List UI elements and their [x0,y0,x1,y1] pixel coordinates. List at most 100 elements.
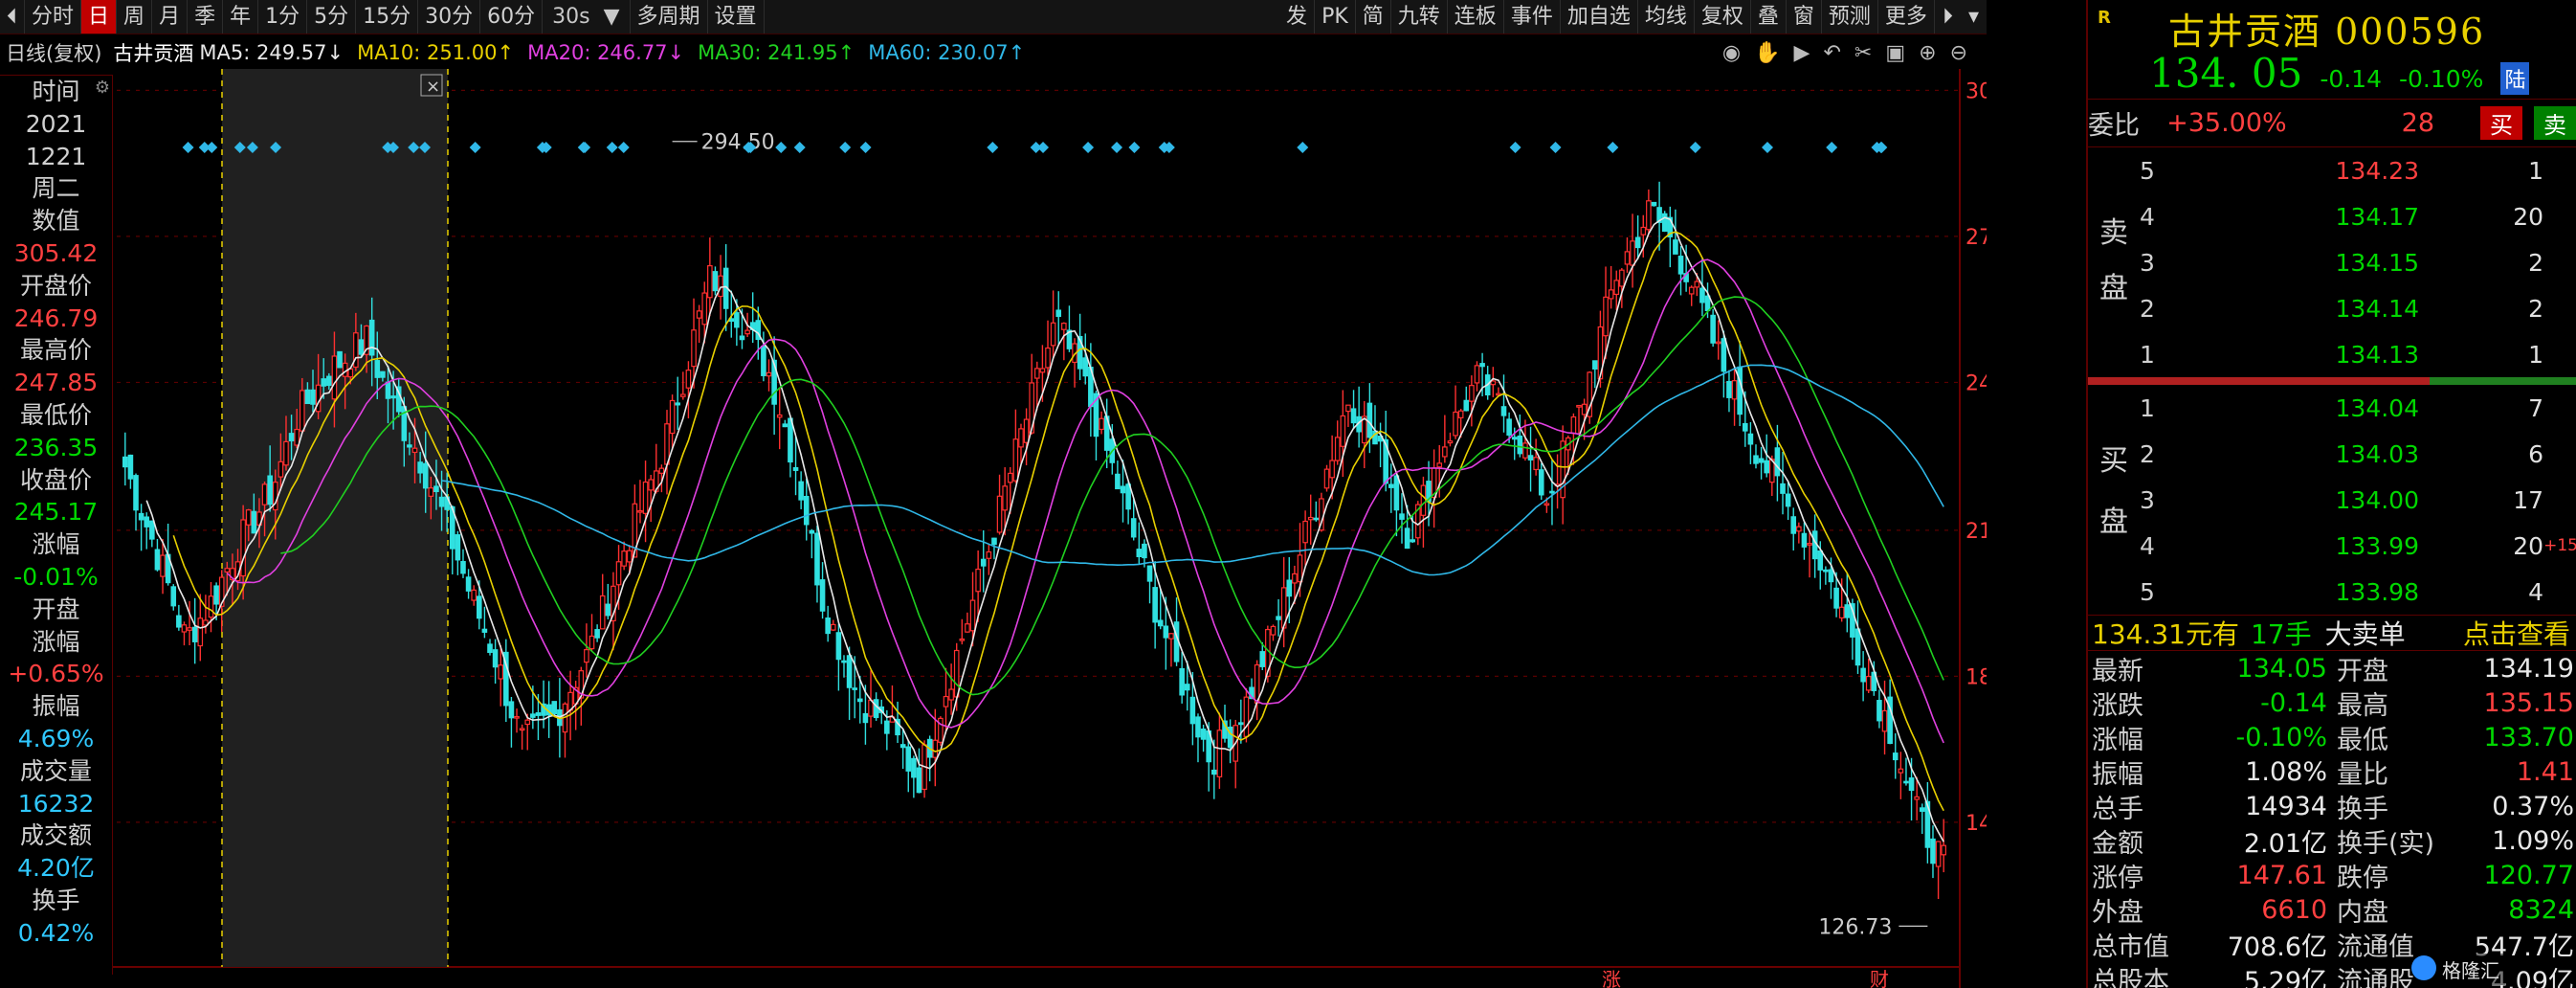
asks-level-1[interactable]: 4 134.17 20 [2132,193,2576,239]
stat-row-4: 总手 14934 换手 0.37% [2088,789,2576,824]
bottom-event-marker[interactable]: 涨 [1602,968,1621,988]
candle-body [176,615,182,628]
event-diamond-icon[interactable] [1111,142,1123,153]
kline-chart[interactable]: 305.42 274.20 242.98 211.37 180.15 148.93 × 294… [113,69,1987,988]
gear-icon[interactable]: ⚙ [95,78,110,98]
asks-level-4[interactable]: 1 134.13 1 [2132,331,2576,377]
event-diamond-icon[interactable] [469,142,481,153]
big-order-link[interactable]: 点击查看 [2463,614,2576,652]
tab-period-8[interactable]: 15分 [356,0,419,34]
bids-level-2[interactable]: 3 134.00 17 [2132,477,2576,523]
toolbar-tool-2[interactable]: 简 [1356,0,1391,34]
tab-period-1[interactable]: 日 [81,0,118,34]
candle-body [1646,200,1652,231]
bids-level-0[interactable]: 1 134.04 7 [2132,385,2576,431]
candle-body [1210,769,1217,775]
event-diamond-icon[interactable] [793,142,806,153]
tab-period-9[interactable]: 30分 [418,0,481,34]
event-diamond-icon[interactable] [1607,142,1619,153]
event-diamond-icon[interactable] [987,142,999,153]
sell-button[interactable]: 卖 [2534,106,2576,140]
toolbar-extra-0[interactable]: 多周期 [631,0,708,34]
toolbar-tool-3[interactable]: 九转 [1391,0,1448,34]
candle-body [932,739,939,758]
event-diamond-icon[interactable] [1826,142,1838,153]
stat-key: 内盘 [2337,897,2388,928]
candle-body [160,554,166,577]
event-diamond-icon[interactable] [1297,142,1309,153]
bottom-event-marker[interactable]: 财 [1870,968,1889,988]
event-diamond-icon[interactable] [1509,142,1521,153]
candle-body [1699,287,1705,303]
play-icon[interactable]: ▶ [1794,41,1810,65]
bids-level-qty: 6 [2528,439,2543,468]
event-diamond-icon[interactable] [775,142,788,153]
dropdown-icon[interactable]: ▾ [1961,5,1987,29]
back-icon[interactable]: ⏴ [0,0,26,34]
candle-body [658,467,665,474]
tab-period-6[interactable]: 1分 [258,0,308,34]
event-diamond-icon[interactable] [1549,142,1562,153]
event-diamond-icon[interactable] [859,142,872,153]
toolbar-tool-7[interactable]: 均线 [1638,0,1695,34]
candle-body [385,381,391,399]
toolbar-tool-11[interactable]: 预测 [1822,0,1878,34]
tab-period-5[interactable]: 年 [223,0,259,34]
bids-level-1[interactable]: 2 134.03 6 [2132,431,2576,477]
toolbar-tool-6[interactable]: 加自选 [1561,0,1638,34]
asks-level-3[interactable]: 2 134.14 2 [2132,285,2576,331]
tab-period-7[interactable]: 5分 [307,0,357,34]
tab-period-3[interactable]: 月 [152,0,189,34]
interval-select[interactable]: 30s ▼ [543,0,631,34]
tab-period-10[interactable]: 60分 [480,0,544,34]
toolbar-tool-9[interactable]: 叠 [1751,0,1787,34]
toolbar-tool-5[interactable]: 事件 [1504,0,1561,34]
chart-mode-label[interactable]: 日线(复权) [0,38,107,67]
candle-body [986,550,992,559]
event-diamond-icon[interactable] [1037,142,1050,153]
event-diamond-icon[interactable] [1689,142,1701,153]
tab-period-2[interactable]: 周 [117,0,153,34]
lock-icon[interactable]: ▣ [1885,41,1905,65]
toolbar-tool-4[interactable]: 连板 [1448,0,1504,34]
toolbar-tool-0[interactable]: 发 [1279,0,1316,34]
zoom-out-icon[interactable]: ⊖ [1950,41,1967,65]
toolbar-tool-8[interactable]: 复权 [1695,0,1751,34]
toolbar-tool-12[interactable]: 更多 [1878,0,1935,34]
asks-level-2[interactable]: 3 134.15 2 [2132,239,2576,285]
event-diamond-icon[interactable] [839,142,852,153]
candle-body [433,485,439,493]
toolbar-extra-1[interactable]: 设置 [708,0,765,34]
event-diamond-icon[interactable] [1128,142,1141,153]
lu-badge[interactable]: 陆 [2500,62,2530,95]
event-diamond-icon[interactable] [198,142,211,153]
event-diamond-icon[interactable] [1761,142,1773,153]
hand-icon[interactable]: ✋ [1754,41,1780,65]
event-diamond-icon[interactable] [1082,142,1095,153]
tab-period-4[interactable]: 季 [188,0,224,34]
kline-svg[interactable]: 305.42 274.20 242.98 211.37 180.15 148.93 × 294… [113,69,1987,988]
event-diamond-icon[interactable] [182,142,194,153]
event-diamond-icon[interactable] [617,142,630,153]
buy-button[interactable]: 买 [2480,106,2522,140]
zoom-in-icon[interactable]: ⊕ [1919,41,1936,65]
info-row-15: -0.01% [13,562,99,591]
bids-level-4[interactable]: 5 133.98 4 [2132,569,2576,615]
scissors-icon[interactable]: ✂ [1854,41,1872,65]
event-diamond-icon[interactable] [577,142,589,153]
forward-icon[interactable]: ⏵ [1935,5,1961,29]
candle-body [1457,410,1464,418]
eye-icon[interactable]: ◉ [1722,41,1741,65]
asks-level-num: 1 [2140,340,2155,369]
toolbar-tool-10[interactable]: 窗 [1787,0,1822,34]
event-diamond-icon[interactable] [606,142,618,153]
candle-body [471,589,477,601]
bids-level-3[interactable]: 4 133.99 20 +15 [2132,523,2576,569]
candle-body [213,585,219,605]
toolbar-tool-1[interactable]: PK [1315,0,1356,34]
stat-key: 量比 [2337,759,2388,790]
undo-icon[interactable]: ↶ [1823,41,1840,65]
tab-period-0[interactable]: 分时 [25,0,82,34]
asks-level-0[interactable]: 5 134.23 1 [2132,147,2576,193]
candle-body [1179,667,1185,696]
